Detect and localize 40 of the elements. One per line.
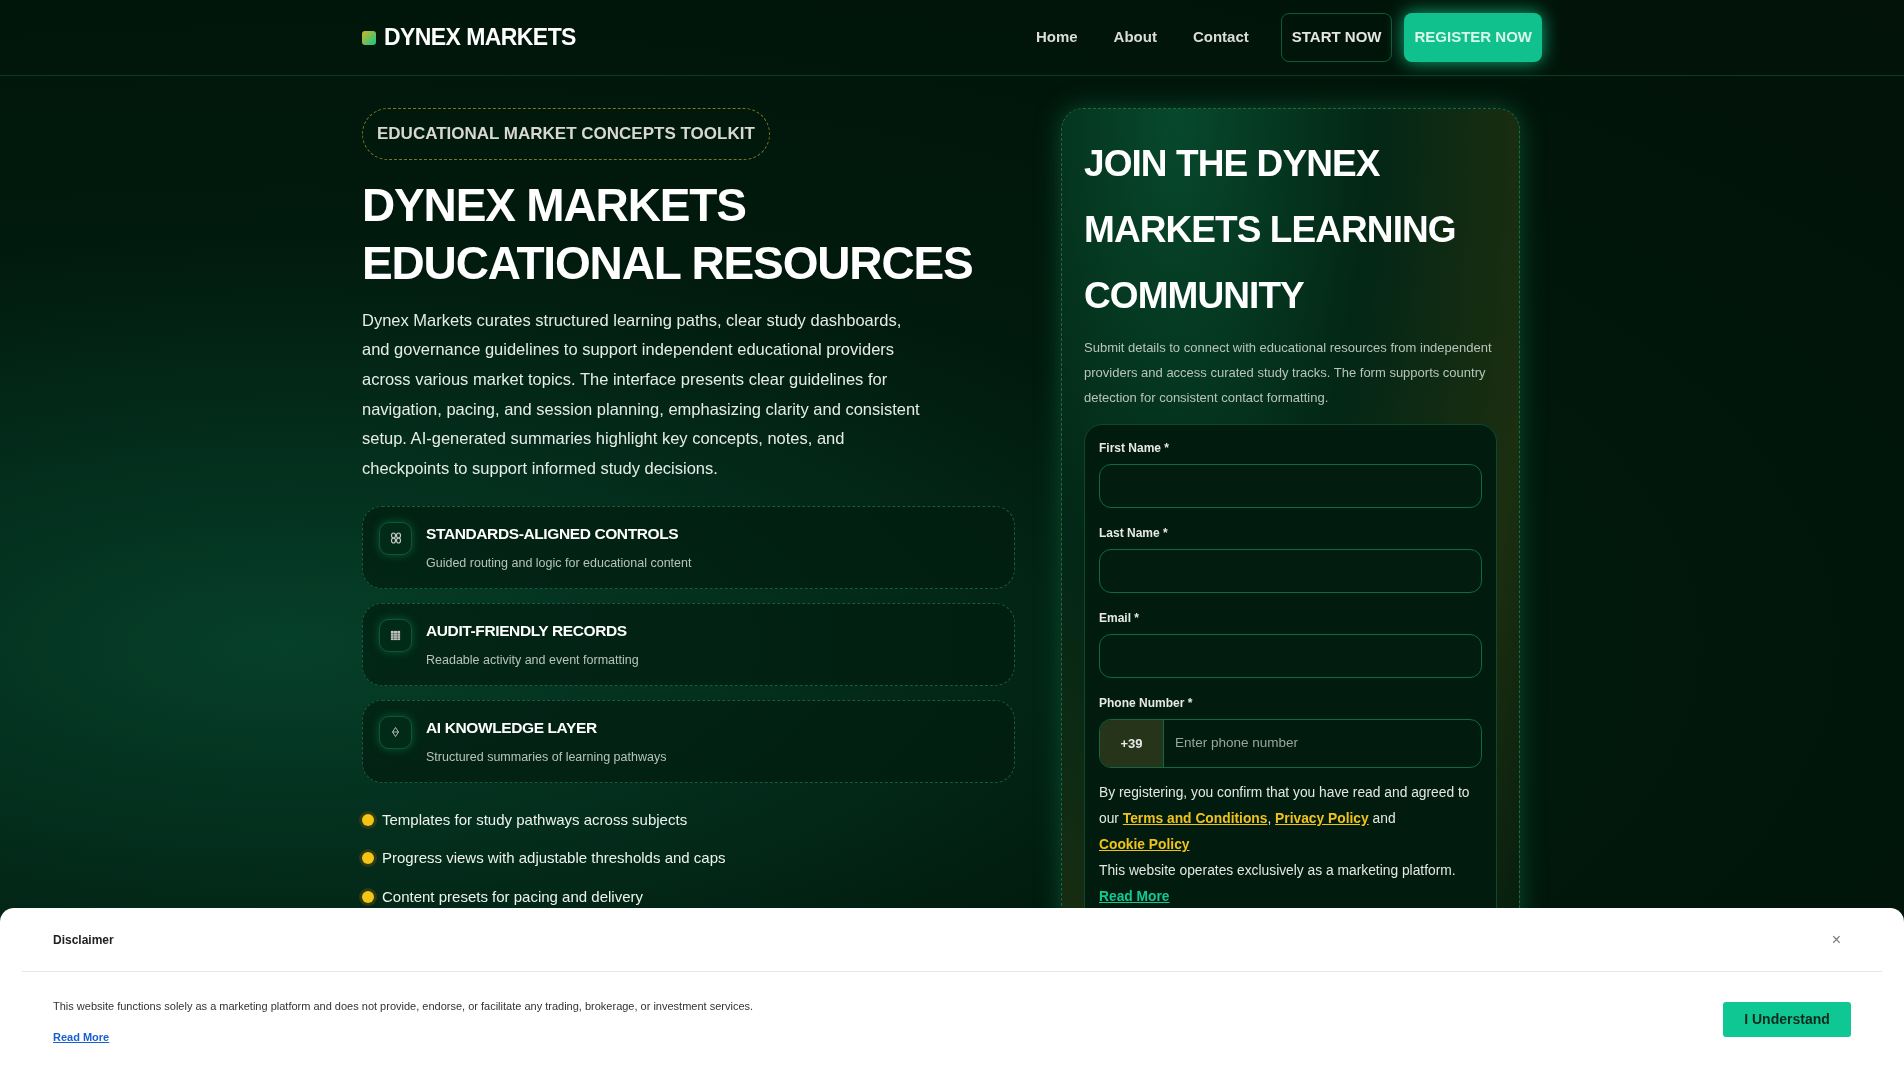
field-label: First Name * [1099,440,1171,457]
feature-subtitle: Structured summaries of learning pathways [426,748,667,766]
nav-link[interactable]: Contact [1192,26,1249,49]
read-more-link[interactable]: Read More [1099,884,1170,910]
intro-paragraph: Dynex Markets curates structured learning paths, clear study dashboards, and governance guidelines to support independent educational providers across various market topics. The interface presents clear guidelines for navigation, pacing, and session planning, emphasizing clarity and consistent setup. AI-generated summaries highlight key concepts, notes, and checkpoints to support informed study decisions. [362,309,921,479]
table-icon [379,618,412,652]
policy-link[interactable]: Cookie Policy [1099,837,1190,852]
feature-title: AUDIT-FRIENDLY RECORDS [426,620,628,641]
bullet-text: Templates for study pathways across subjects [382,809,688,830]
i-understand-button[interactable]: I Understand [1723,1002,1851,1037]
country-code[interactable]: +39 [1100,720,1164,767]
read-more-link[interactable]: Read More [53,1028,110,1045]
field-label: Phone Number * [1099,695,1194,712]
page-heading: DYNEX MARKETS EDUCATIONAL RESOURCES [362,177,974,291]
disclaimer-title: Disclaimer [53,931,114,949]
nav-link[interactable]: About [1113,26,1157,49]
form-description: Submit details to connect with educational resources from independent providers and access curated study tracks. The form supports country detection for consistent contact formatting. [1084,339,1493,407]
bullet-text: Content presets for pacing and delivery [382,886,643,907]
close-button[interactable]: × [1831,927,1841,952]
nav-link[interactable]: Home [1035,26,1078,49]
logo-text[interactable]: DYNEX MARKETS [384,20,576,55]
phone-field[interactable]: +39 Enter phone number [1099,719,1482,768]
feature-title: STANDARDS-ALIGNED CONTROLS [426,523,680,544]
chain-icon [379,521,412,555]
field-label: Last Name * [1099,525,1169,542]
email-input[interactable] [1099,634,1482,678]
form-heading: JOIN THE DYNEX MARKETS LEARNING COMMUNITY [1084,142,1457,318]
feature-subtitle: Readable activity and event formatting [426,651,639,669]
field-label: Email * [1099,610,1141,627]
diamond-icon [379,715,412,749]
text-input[interactable] [1099,464,1482,508]
feature-subtitle: Guided routing and logic for educational content [426,554,692,572]
notice-text: This website operates exclusively as a marketing platform. [1099,862,1457,880]
disclaimer-text: This website functions solely as a marketing platform and does not provide, endorse, or facilitate any trading, brokerage, or investment services. [53,999,754,1014]
text-input[interactable] [1099,549,1482,593]
start-now-button[interactable]: START NOW [1280,13,1393,62]
consent-text: By registering, you confirm that you have read and agreed to our Terms and Conditions, Privacy Policy and Cookie Policy [1099,784,1471,854]
bullet-text: Progress views with adjustable thresholds and caps [382,848,726,869]
feature-title: AI KNOWLEDGE LAYER [426,717,598,738]
policy-link[interactable]: Privacy Policy [1275,811,1369,826]
